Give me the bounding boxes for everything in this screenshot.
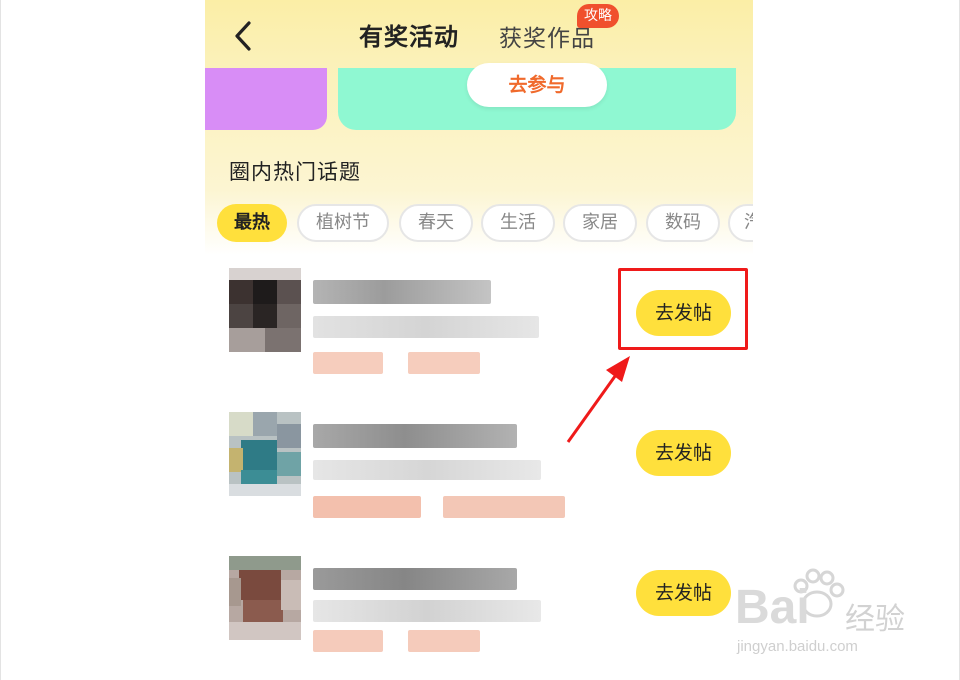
watermark-url: jingyan.baidu.com bbox=[737, 638, 858, 655]
topic-desc-blurred bbox=[313, 316, 539, 338]
chip-arbor-day[interactable]: 植树节 bbox=[297, 204, 389, 242]
topic-thumbnail[interactable] bbox=[229, 412, 301, 496]
go-post-button[interactable]: 去发帖 bbox=[636, 430, 731, 476]
topic-filter-chips: 最热 植树节 春天 生活 家居 数码 汽 bbox=[217, 204, 753, 244]
activity-banner-left[interactable] bbox=[205, 68, 327, 130]
topic-desc-blurred bbox=[313, 600, 541, 622]
topic-thumbnail[interactable] bbox=[229, 556, 301, 640]
top-bar: 有奖活动 获奖作品 攻略 bbox=[205, 0, 753, 68]
tab-prize-activities[interactable]: 有奖活动 bbox=[359, 17, 459, 52]
chevron-left-icon bbox=[235, 21, 251, 51]
chip-digital[interactable]: 数码 bbox=[646, 204, 720, 242]
chip-car[interactable]: 汽 bbox=[728, 204, 753, 242]
guide-badge[interactable]: 攻略 bbox=[577, 4, 619, 28]
topic-thumbnail[interactable] bbox=[229, 268, 301, 352]
watermark-cn: 经验 bbox=[845, 602, 905, 637]
chip-spring[interactable]: 春天 bbox=[399, 204, 473, 242]
watermark-brand: Bai bbox=[735, 581, 810, 634]
topic-title-blurred bbox=[313, 568, 517, 590]
highlight-box bbox=[618, 268, 748, 350]
chip-hottest[interactable]: 最热 bbox=[217, 204, 287, 242]
baidu-watermark: Bai 经验 jingyan.baidu.com bbox=[735, 568, 925, 670]
chip-life[interactable]: 生活 bbox=[481, 204, 555, 242]
join-button[interactable]: 去参与 bbox=[467, 63, 607, 107]
topic-row: 去发帖 bbox=[205, 412, 753, 522]
topic-tag-blurred bbox=[313, 352, 383, 374]
section-title: 圈内热门话题 bbox=[229, 160, 361, 184]
topic-title-blurred bbox=[313, 280, 491, 304]
chip-home[interactable]: 家居 bbox=[563, 204, 637, 242]
go-post-button[interactable]: 去发帖 bbox=[636, 570, 731, 616]
topic-tag-blurred bbox=[408, 630, 480, 652]
topic-title-blurred bbox=[313, 424, 517, 448]
topic-tag-blurred bbox=[313, 630, 383, 652]
topic-tag-blurred bbox=[408, 352, 480, 374]
topic-desc-blurred bbox=[313, 460, 541, 480]
topic-tag-blurred bbox=[443, 496, 565, 518]
topic-row: 去发帖 bbox=[205, 556, 753, 666]
topic-tag-blurred bbox=[313, 496, 421, 518]
pointer-arrow bbox=[566, 356, 630, 443]
back-button[interactable] bbox=[229, 18, 257, 54]
